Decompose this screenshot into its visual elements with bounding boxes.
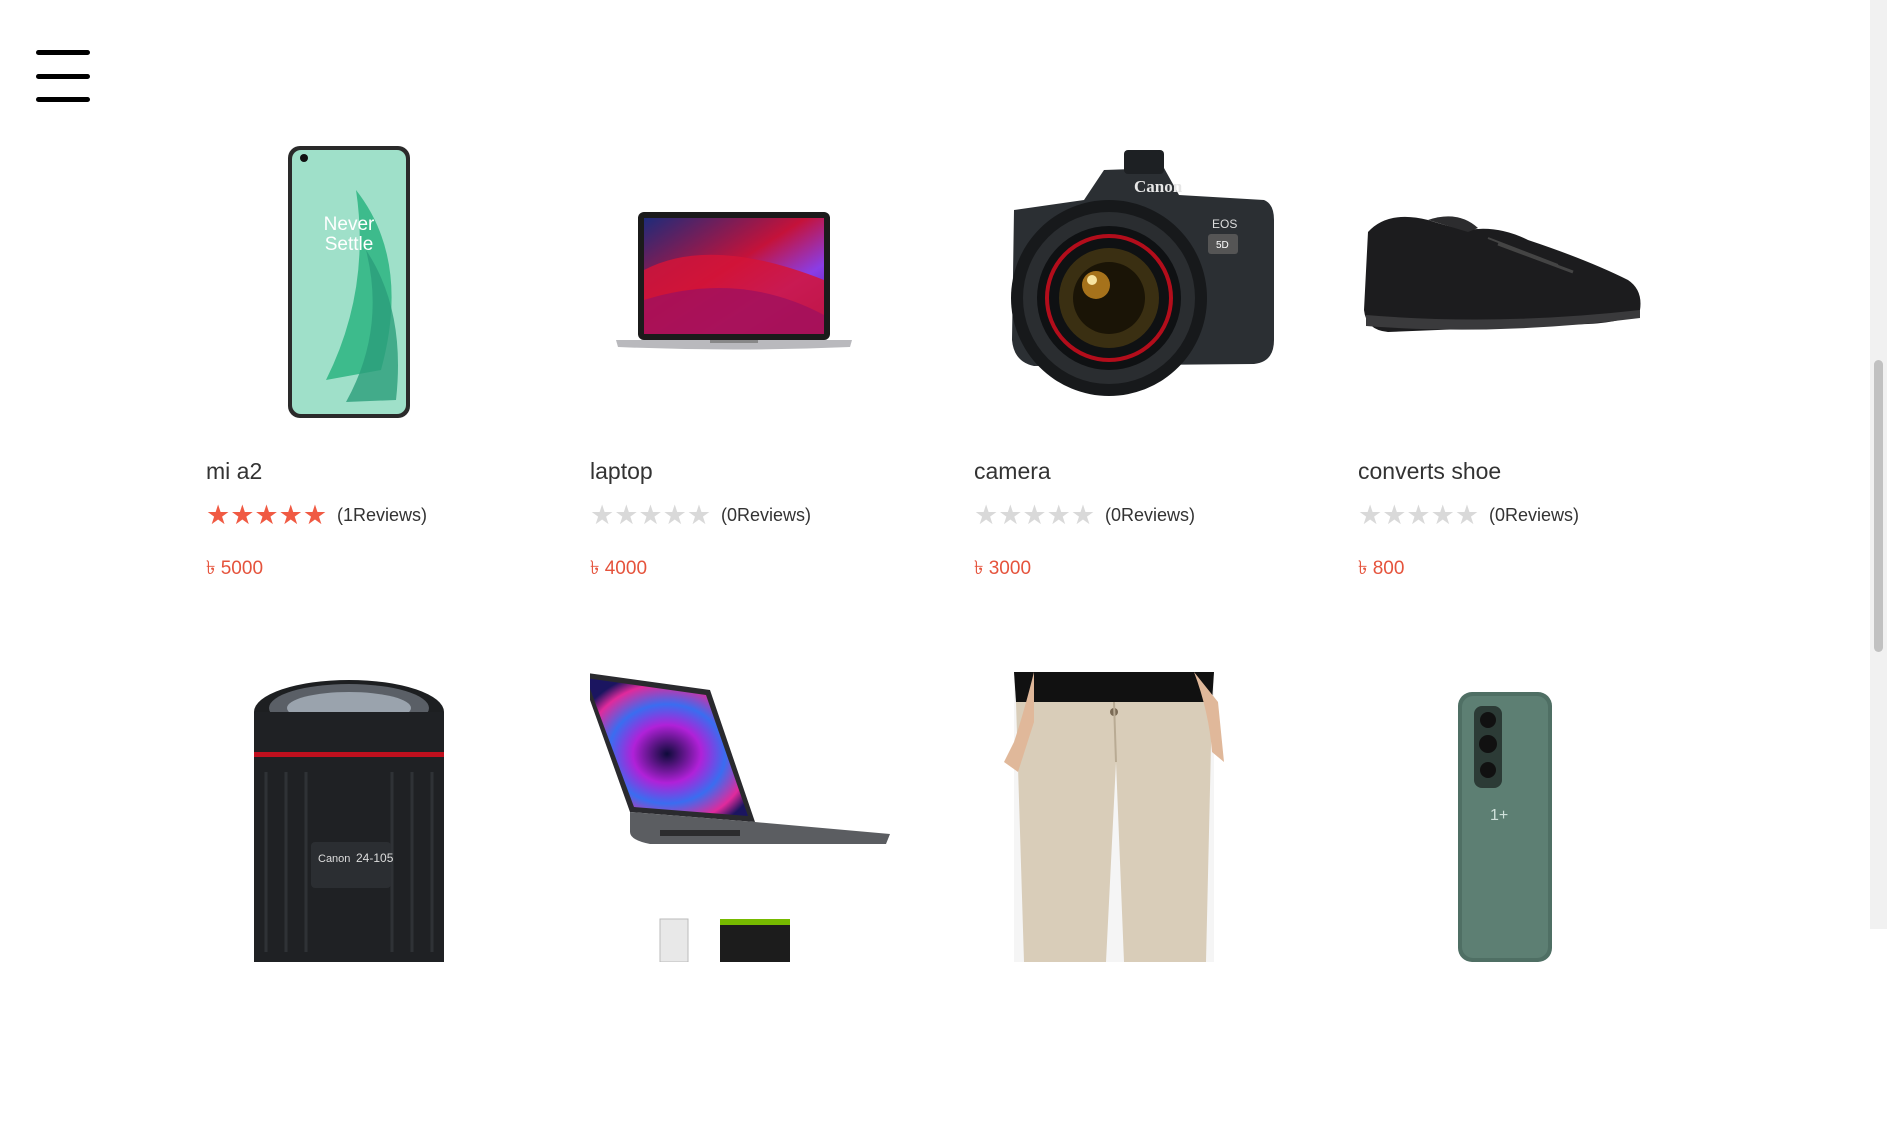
product-name: mi a2 [206, 458, 263, 484]
svg-text:Never: Never [324, 214, 375, 235]
star-rating-icon: ★★★★★ [206, 500, 328, 530]
scrollbar[interactable] [1870, 0, 1887, 929]
rating: ★★★★★ (0Reviews) [974, 500, 1195, 530]
star-rating-icon: ★★★★★ [974, 500, 1096, 530]
rating: ★★★★★ (0Reviews) [1358, 500, 1579, 530]
svg-text:1+: 1+ [1490, 807, 1508, 824]
review-count: (0Reviews) [1489, 504, 1580, 525]
pants-image [974, 672, 1304, 962]
phone-image: Never Settle [206, 140, 536, 430]
product-card[interactable]: converts shoe ★★★★★ (0Reviews) ৳ 800 [1358, 140, 1688, 610]
svg-text:EOS: EOS [1212, 217, 1237, 231]
review-count: (1Reviews) [337, 504, 428, 525]
svg-text:Canon: Canon [1134, 177, 1183, 196]
review-count: (0Reviews) [1105, 504, 1196, 525]
product-name: laptop [590, 458, 653, 484]
star-rating-icon: ★★★★★ [590, 500, 712, 530]
product-price: ৳ 3000 [974, 558, 1032, 579]
laptop-image [590, 140, 920, 430]
product-card[interactable]: 1+ [1358, 672, 1688, 1142]
laptop-image [590, 672, 920, 962]
svg-text:24-105: 24-105 [356, 851, 394, 865]
svg-text:Canon: Canon [318, 853, 350, 865]
scrollbar-thumb[interactable] [1874, 360, 1883, 652]
product-card[interactable] [590, 672, 920, 1142]
product-card[interactable] [974, 672, 1304, 1142]
hamburger-menu-icon[interactable] [36, 50, 90, 102]
rating: ★★★★★ (0Reviews) [590, 500, 811, 530]
svg-text:5D: 5D [1216, 240, 1229, 251]
phone-image: 1+ [1358, 672, 1688, 962]
menu-bar [36, 97, 90, 102]
product-card[interactable]: Canon EOS 5D camera ★★★★★ (0Reviews) ৳ 3… [974, 140, 1304, 610]
product-card[interactable]: laptop ★★★★★ (0Reviews) ৳ 4000 [590, 140, 920, 610]
product-card[interactable]: Canon 24-105 [206, 672, 536, 1142]
shoe-image [1358, 140, 1688, 430]
product-price: ৳ 4000 [590, 558, 648, 579]
rating: ★★★★★ (1Reviews) [206, 500, 427, 530]
menu-bar [36, 50, 90, 55]
svg-text:Settle: Settle [325, 234, 374, 255]
product-price: ৳ 800 [1358, 558, 1405, 579]
product-card[interactable]: Never Settle mi a2 ★★★★★ (1Reviews) ৳ 50… [206, 140, 536, 610]
camera-lens-image: Canon 24-105 [206, 672, 536, 962]
review-count: (0Reviews) [721, 504, 812, 525]
product-name: converts shoe [1358, 458, 1502, 484]
product-name: camera [974, 458, 1051, 484]
product-price: ৳ 5000 [206, 558, 264, 579]
star-rating-icon: ★★★★★ [1358, 500, 1480, 530]
menu-bar [36, 74, 90, 79]
camera-image: Canon EOS 5D [974, 140, 1304, 430]
